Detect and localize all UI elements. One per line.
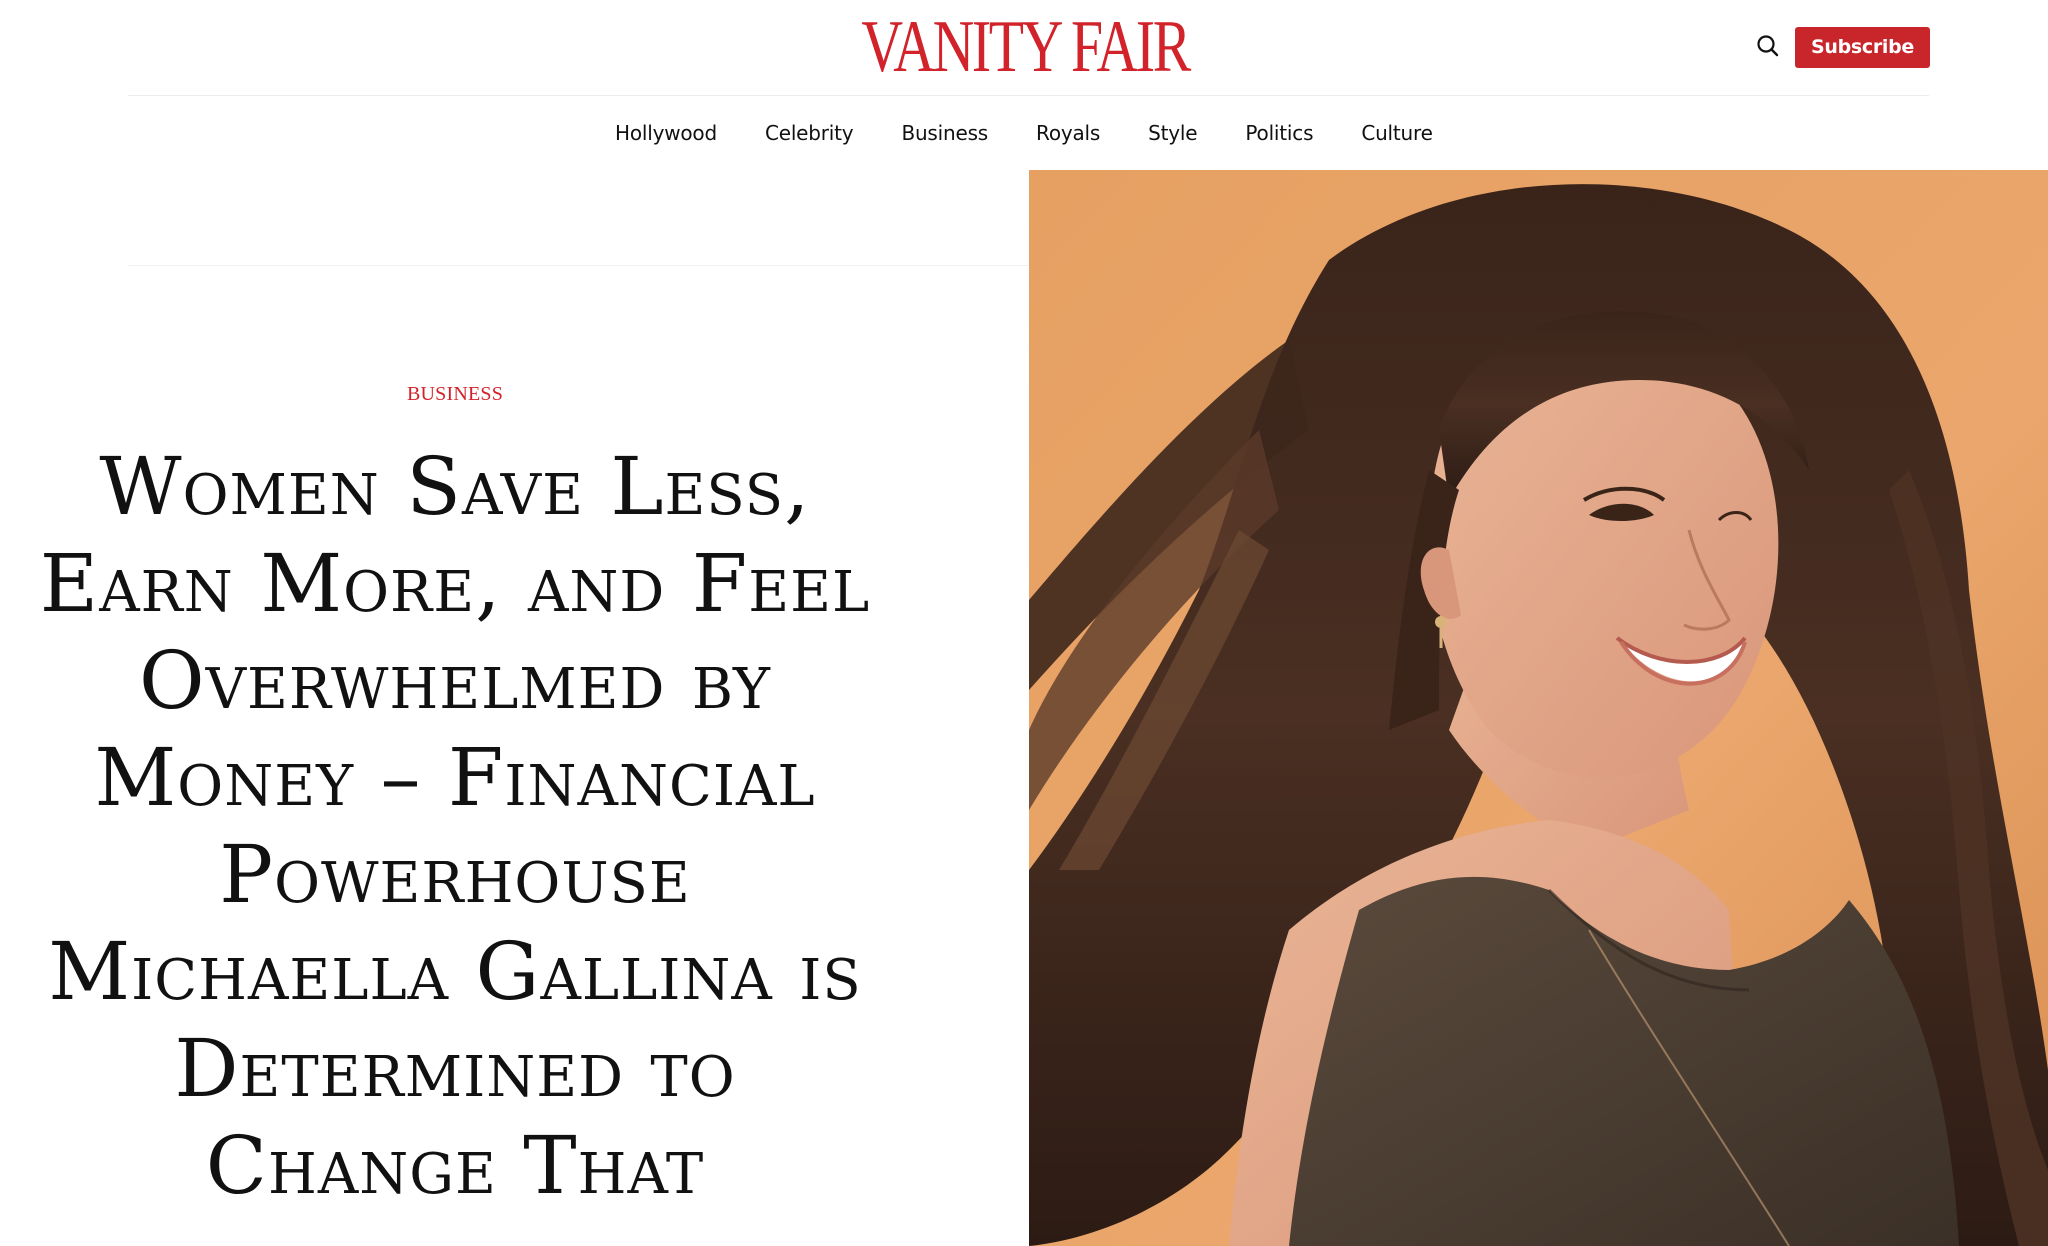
main-navigation: Hollywood Celebrity Business Royals Styl… [0, 96, 2048, 266]
vanity-fair-logo[interactable]: VANITY FAIR [226, 10, 1823, 84]
nav-item-business[interactable]: Business [901, 121, 988, 145]
article-headline: Women Save Less, Earn More, and Feel Ove… [39, 440, 871, 1212]
nav-item-celebrity[interactable]: Celebrity [765, 121, 854, 145]
portrait-photo [1029, 170, 2048, 1246]
article-rubric-link[interactable]: BUSINESS [0, 383, 910, 406]
article-hero-text: BUSINESS Women Save Less, Earn More, and… [0, 170, 1029, 1246]
site-header: VANITY FAIR Subscribe [0, 0, 2048, 96]
article-hero-image [1029, 170, 2048, 1246]
nav-item-culture[interactable]: Culture [1361, 121, 1433, 145]
subscribe-button[interactable]: Subscribe [1795, 27, 1930, 68]
nav-list: Hollywood Celebrity Business Royals Styl… [615, 96, 1433, 170]
nav-item-politics[interactable]: Politics [1245, 121, 1313, 145]
search-icon [1757, 35, 1779, 57]
search-button[interactable] [1753, 31, 1783, 61]
nav-item-style[interactable]: Style [1148, 121, 1197, 145]
nav-item-royals[interactable]: Royals [1036, 121, 1100, 145]
nav-item-hollywood[interactable]: Hollywood [615, 121, 717, 145]
